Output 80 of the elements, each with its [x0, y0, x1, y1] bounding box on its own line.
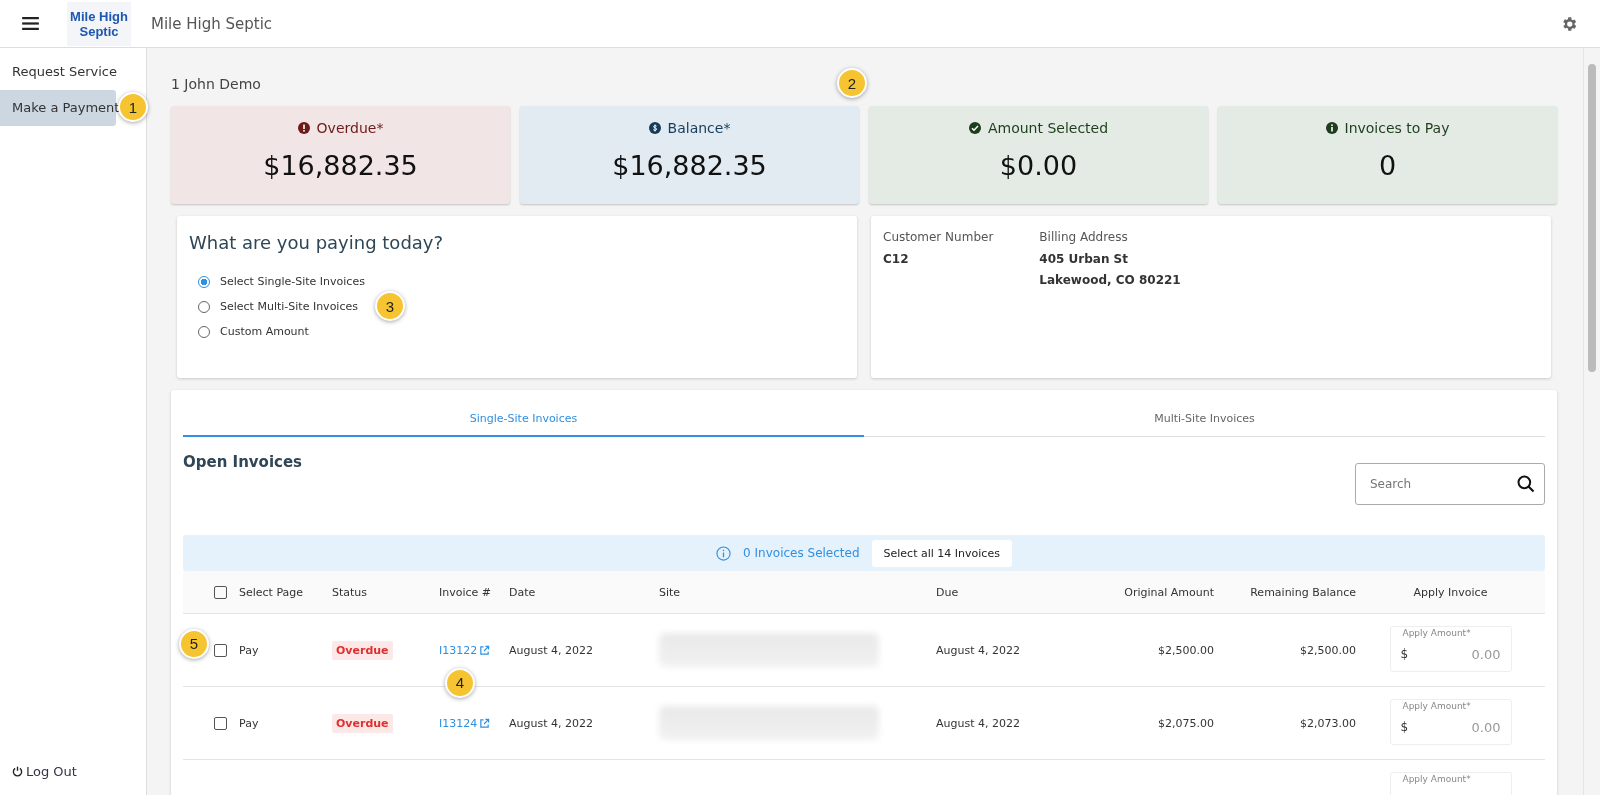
customer-number: C12 — [883, 252, 910, 267]
column-header: Apply Invoice — [1413, 585, 1488, 599]
tab[interactable]: Single-Site Invoices — [183, 390, 864, 437]
radio-option[interactable]: Select Multi-Site Invoices — [198, 300, 358, 313]
checkbox[interactable] — [214, 585, 227, 599]
card-value: $16,882.35 — [612, 150, 767, 181]
checkbox[interactable] — [214, 643, 227, 657]
radio-option[interactable]: Select Single-Site Invoices — [198, 275, 365, 288]
section-title: Open Invoices — [183, 453, 303, 473]
search-icon[interactable] — [1516, 474, 1536, 494]
select-all-button[interactable]: Select all 14 Invoices — [871, 539, 1012, 567]
radio-option[interactable]: Custom Amount — [198, 325, 309, 338]
apply-amount-field[interactable]: Apply Amount* $ 0.00 — [1389, 699, 1512, 745]
pay-label: Pay — [239, 643, 259, 657]
status-tag: Overdue — [332, 640, 393, 660]
dollar-icon — [648, 122, 661, 134]
address-line: Lakewood, CO 80221 — [1039, 273, 1181, 288]
table-cell: $2,075.00 — [1158, 716, 1214, 730]
external-link-icon — [479, 717, 491, 729]
column-header: Site — [659, 585, 681, 599]
card-label: Overdue* — [316, 120, 384, 136]
card-value: $0.00 — [999, 150, 1078, 181]
customer-name: 1 John Demo — [171, 76, 261, 92]
field-label: Billing Address — [1039, 230, 1129, 244]
card-label: Balance* — [667, 120, 731, 136]
field-label: Apply Amount* — [1400, 701, 1473, 711]
tab[interactable]: Multi-Site Invoices — [864, 390, 1545, 437]
callout-badge: 1 — [118, 92, 148, 122]
card-label: Amount Selected — [987, 120, 1109, 136]
table-cell: August 4, 2022 — [509, 643, 593, 657]
external-link-icon — [479, 644, 491, 656]
radio-button[interactable] — [198, 275, 210, 288]
field-value: 0.00 — [1471, 719, 1501, 735]
card-label: Invoices to Pay — [1344, 120, 1450, 136]
logo: Mile High Septic — [67, 1, 131, 46]
column-header: Remaining Balance — [1250, 585, 1356, 599]
column-header: Status — [332, 585, 368, 599]
search-box[interactable]: Search — [1355, 463, 1545, 505]
table-cell: August 4, 2022 — [936, 716, 1020, 730]
field-value: 0.00 — [1471, 646, 1501, 662]
logout-link[interactable]: Log Out — [0, 764, 146, 795]
table-cell: $2,073.00 — [1300, 716, 1356, 730]
scrollbar[interactable] — [1583, 48, 1600, 795]
app-title: Mile High Septic — [151, 14, 273, 33]
invoice-link[interactable]: I13122 — [439, 643, 491, 657]
currency-symbol: $ — [1400, 720, 1409, 734]
currency-symbol: $ — [1400, 647, 1409, 661]
callout-badge: 4 — [445, 667, 475, 698]
field-label: Apply Amount* — [1400, 628, 1473, 638]
field-label: Apply Amount* — [1400, 774, 1473, 784]
table-cell: $2,500.00 — [1300, 643, 1356, 657]
card-value: $16,882.35 — [263, 150, 418, 181]
status-tag: Overdue — [332, 713, 393, 733]
column-header: Original Amount — [1124, 585, 1214, 599]
info-icon — [1325, 122, 1338, 134]
selected-count: 0 Invoices Selected — [743, 546, 860, 560]
exclamation-icon — [297, 122, 310, 134]
address-line: 405 Urban St — [1039, 252, 1129, 267]
sidebar-item[interactable]: Request Service — [0, 54, 116, 90]
check-icon — [968, 122, 981, 134]
info-icon — [716, 545, 732, 561]
column-header: Invoice # — [439, 585, 492, 599]
column-header: Date — [509, 585, 536, 599]
card-value: 0 — [1378, 150, 1397, 181]
apply-amount-field[interactable]: Apply Amount* $ 0.00 — [1389, 626, 1512, 672]
menu-icon[interactable] — [22, 17, 39, 30]
column-header: Due — [936, 585, 959, 599]
table-cell: $2,500.00 — [1158, 643, 1214, 657]
callout-badge: 3 — [375, 291, 405, 321]
checkbox[interactable] — [214, 716, 227, 730]
callout-badge: 2 — [837, 68, 867, 98]
field-label: Customer Number — [883, 230, 994, 244]
power-icon — [12, 766, 23, 777]
column-header: Select Page — [239, 585, 304, 599]
panel-title: What are you paying today? — [189, 232, 445, 253]
callout-badge: 5 — [179, 628, 209, 659]
apply-amount-field[interactable]: Apply Amount* — [1389, 772, 1512, 795]
pay-label: Pay — [239, 716, 259, 730]
table-cell: August 4, 2022 — [509, 716, 593, 730]
table-cell: August 4, 2022 — [936, 643, 1020, 657]
